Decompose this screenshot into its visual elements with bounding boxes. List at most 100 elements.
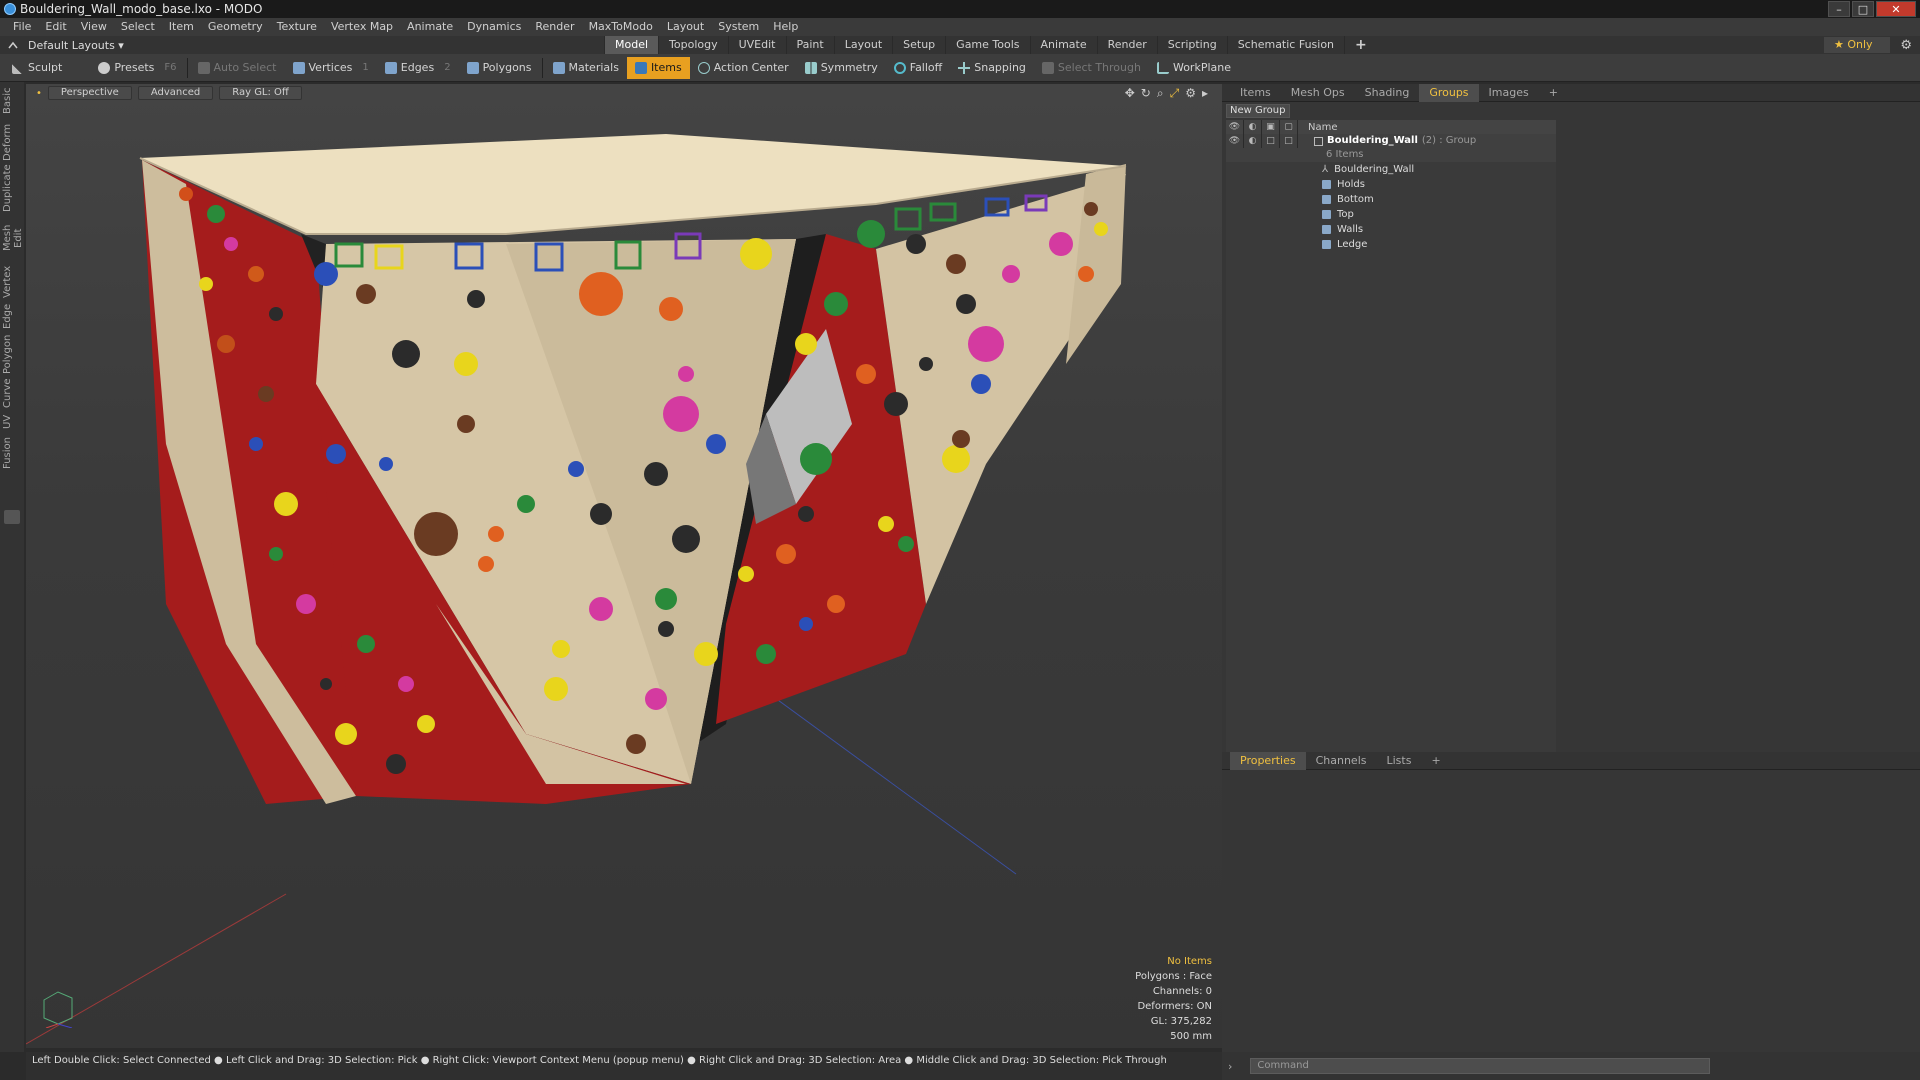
group-icon	[1314, 136, 1323, 146]
menu-edit[interactable]: Edit	[38, 18, 73, 36]
tree-item-holds[interactable]: Holds	[1226, 177, 1556, 192]
fit-view-icon[interactable]: ⤢	[1170, 86, 1180, 101]
minimize-button[interactable]: –	[1828, 1, 1850, 17]
tab-paint[interactable]: Paint	[785, 36, 834, 54]
add-tab-button[interactable]: +	[1344, 36, 1377, 54]
add-properties-tab-button[interactable]: +	[1421, 752, 1450, 770]
tab-setup[interactable]: Setup	[892, 36, 945, 54]
expand-arrow-icon[interactable]: ▸	[1202, 86, 1208, 101]
menu-texture[interactable]: Texture	[270, 18, 324, 36]
tree-item-bottom[interactable]: Bottom	[1226, 192, 1556, 207]
menu-vertex-map[interactable]: Vertex Map	[324, 18, 400, 36]
tab-scripting[interactable]: Scripting	[1156, 36, 1227, 54]
only-button[interactable]: ★ Only	[1824, 37, 1890, 53]
visibility-col-icon[interactable]: 👁	[1226, 120, 1244, 134]
maximize-button[interactable]: □	[1852, 1, 1874, 17]
tab-groups[interactable]: Groups	[1419, 83, 1479, 102]
perspective-button[interactable]: Perspective	[47, 86, 132, 100]
tab-curve[interactable]: Curve	[2, 378, 22, 408]
menu-render[interactable]: Render	[528, 18, 581, 36]
menu-maxtomodo[interactable]: MaxToModo	[582, 18, 660, 36]
materials-button[interactable]: Materials	[545, 57, 627, 79]
falloff-button[interactable]: Falloff	[886, 57, 950, 79]
new-group-button[interactable]: New Group	[1226, 104, 1290, 118]
select-toggle-icon[interactable]: □	[1280, 134, 1298, 148]
raygl-button[interactable]: Ray GL: Off	[219, 86, 302, 100]
view-settings-icon[interactable]: ⚙	[1185, 86, 1196, 101]
advanced-button[interactable]: Advanced	[137, 86, 214, 100]
gear-icon[interactable]: ⚙	[1900, 38, 1912, 53]
menu-system[interactable]: System	[711, 18, 766, 36]
render-col-icon[interactable]: ◐	[1244, 120, 1262, 134]
viewport-menu-dot[interactable]: •	[36, 88, 42, 99]
tab-mesh-edit[interactable]: Mesh Edit	[2, 216, 24, 260]
layout-collapse-icon[interactable]	[8, 40, 18, 50]
tab-topology[interactable]: Topology	[658, 36, 728, 54]
move-view-icon[interactable]: ✥	[1125, 86, 1135, 101]
tab-schematic-fusion[interactable]: Schematic Fusion	[1226, 36, 1344, 54]
menu-layout[interactable]: Layout	[660, 18, 711, 36]
zoom-view-icon[interactable]: ⌕	[1157, 86, 1164, 101]
tree-item-top[interactable]: Top	[1226, 207, 1556, 222]
render-toggle-icon[interactable]: ◐	[1244, 134, 1262, 148]
visibility-eye-icon[interactable]: 👁	[1226, 134, 1244, 148]
scene-render[interactable]	[26, 84, 1222, 1048]
command-input[interactable]: Command	[1250, 1058, 1711, 1074]
action-center-button[interactable]: Action Center	[690, 57, 797, 79]
menu-geometry[interactable]: Geometry	[201, 18, 270, 36]
tab-deform[interactable]: Deform	[2, 122, 22, 162]
menu-file[interactable]: File	[6, 18, 38, 36]
tab-polygon[interactable]: Polygon	[2, 334, 22, 374]
tab-properties[interactable]: Properties	[1230, 751, 1306, 770]
tab-render[interactable]: Render	[1096, 36, 1157, 54]
layout-selector[interactable]: Default Layouts ▾	[28, 39, 124, 52]
rotate-view-icon[interactable]: ↻	[1141, 86, 1151, 101]
tree-item-walls[interactable]: Walls	[1226, 222, 1556, 237]
sculpt-button[interactable]: Sculpt	[4, 57, 70, 79]
items-button[interactable]: Items	[626, 56, 690, 79]
tab-basic[interactable]: Basic	[2, 86, 22, 116]
menu-select[interactable]: Select	[114, 18, 162, 36]
select-through-button[interactable]: Select Through	[1034, 57, 1149, 79]
lock-toggle-icon[interactable]: □	[1262, 134, 1280, 148]
tab-lists[interactable]: Lists	[1377, 752, 1422, 770]
menu-item[interactable]: Item	[162, 18, 201, 36]
menu-animate[interactable]: Animate	[400, 18, 460, 36]
tree-item-ledge[interactable]: Ledge	[1226, 237, 1556, 252]
menu-dynamics[interactable]: Dynamics	[460, 18, 528, 36]
tab-channels[interactable]: Channels	[1306, 752, 1377, 770]
group-row[interactable]: 👁 ◐ □ □ Bouldering_Wall (2) : Group 6 It…	[1226, 134, 1556, 162]
tab-fusion[interactable]: Fusion	[2, 436, 22, 470]
palette-toggle-button[interactable]	[4, 510, 20, 524]
tab-mesh-ops[interactable]: Mesh Ops	[1281, 84, 1355, 102]
group-tree: 👁 ◐ ▣ ▢ Name 👁 ◐ □ □ Bouldering_Wall (2)…	[1226, 120, 1556, 752]
workplane-button[interactable]: WorkPlane	[1149, 57, 1239, 79]
tab-duplicate[interactable]: Duplicate	[2, 164, 22, 212]
menu-help[interactable]: Help	[766, 18, 805, 36]
vertices-button[interactable]: Vertices 1	[285, 57, 377, 79]
tab-shading[interactable]: Shading	[1355, 84, 1420, 102]
tab-animate[interactable]: Animate	[1029, 36, 1097, 54]
edges-button[interactable]: Edges 2	[377, 57, 459, 79]
auto-select-button[interactable]: Auto Select	[190, 57, 285, 79]
add-panel-tab-button[interactable]: +	[1539, 84, 1568, 102]
tab-vertex[interactable]: Vertex	[2, 264, 22, 300]
close-button[interactable]: ✕	[1876, 1, 1916, 17]
tab-layout[interactable]: Layout	[833, 36, 892, 54]
polygons-button[interactable]: Polygons	[459, 57, 540, 79]
lock-col-icon[interactable]: ▣	[1262, 120, 1280, 134]
tree-item-bouldering-wall[interactable]: ⅄ Bouldering_Wall	[1226, 162, 1556, 177]
tab-game-tools[interactable]: Game Tools	[945, 36, 1029, 54]
tab-uvedit[interactable]: UVEdit	[727, 36, 786, 54]
tab-items[interactable]: Items	[1230, 84, 1281, 102]
tab-edge[interactable]: Edge	[2, 302, 22, 330]
tab-images[interactable]: Images	[1479, 84, 1539, 102]
snapping-button[interactable]: Snapping	[950, 57, 1034, 79]
3d-viewport[interactable]: • Perspective Advanced Ray GL: Off ✥ ↻ ⌕…	[26, 84, 1222, 1048]
menu-view[interactable]: View	[74, 18, 114, 36]
tab-uv[interactable]: UV	[2, 412, 22, 432]
select-col-icon[interactable]: ▢	[1280, 120, 1298, 134]
tab-model[interactable]: Model	[604, 36, 659, 54]
presets-button[interactable]: Presets F6	[90, 57, 184, 79]
symmetry-button[interactable]: Symmetry	[797, 57, 886, 79]
